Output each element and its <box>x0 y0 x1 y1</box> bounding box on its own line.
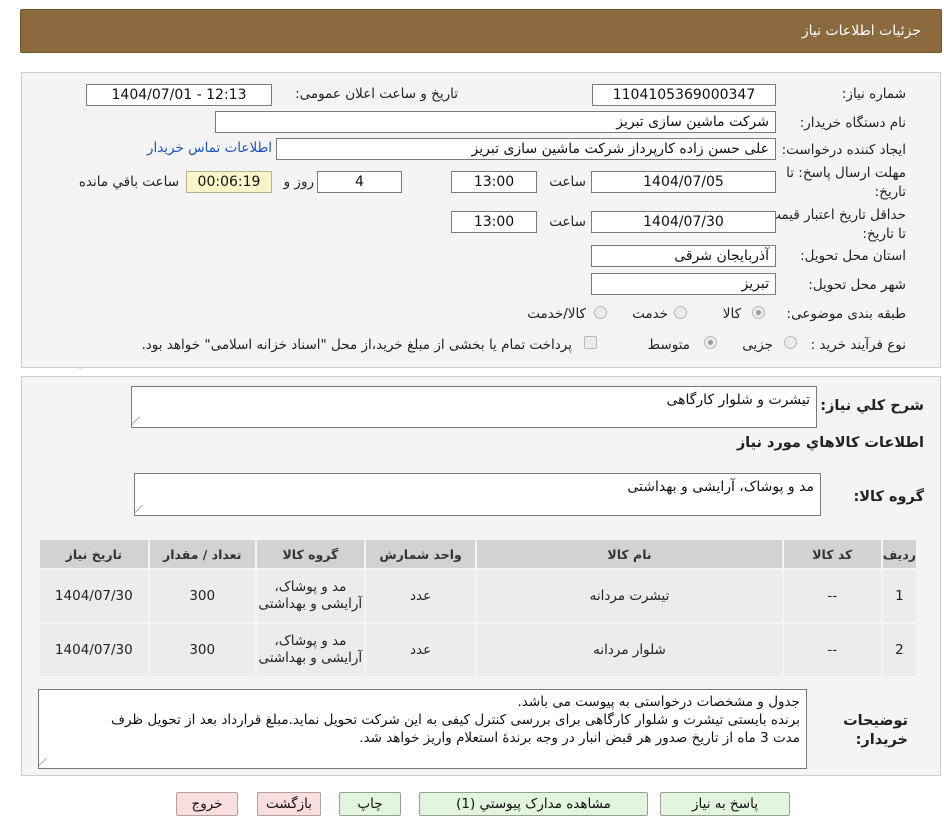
cell-need-date: 1404/07/30 <box>38 622 150 678</box>
back-button[interactable]: بازگشت <box>257 792 321 816</box>
resize-grip-icon[interactable] <box>131 417 147 425</box>
price-validity-time-label: ساعت <box>549 214 586 230</box>
col-header-goods-name: نام کالا <box>475 538 784 570</box>
cell-goods-code: -- <box>781 568 883 624</box>
table-header-row: رديف کد کالا نام کالا واحد شمارش گروه کا… <box>38 538 919 570</box>
province-label: استان محل تحویل: <box>800 248 906 264</box>
resize-grip-icon[interactable] <box>38 758 54 766</box>
cell-quantity: 300 <box>147 622 257 678</box>
reply-date-field[interactable]: 1404/07/05 <box>591 171 776 193</box>
goods-group-text: مد و پوشاک، آرایشی و بهداشتی <box>627 479 814 495</box>
col-header-quantity: تعداد / مقدار <box>147 538 257 570</box>
category-label: طبقه بندی موضوعی: <box>786 306 906 322</box>
province-field[interactable]: آذربایجان شرقی <box>591 245 776 267</box>
print-button[interactable]: چاپ <box>339 792 401 816</box>
cell-quantity: 300 <box>147 568 257 624</box>
process-option-medium: متوسط <box>647 337 690 353</box>
cell-goods-name: شلوار مردانه <box>475 622 784 678</box>
cell-goods-name: تیشرت مردانه <box>475 568 784 624</box>
cell-unit: عدد <box>363 568 478 624</box>
cell-unit: عدد <box>363 622 478 678</box>
treasury-checkbox[interactable] <box>584 336 597 349</box>
reply-time-field[interactable]: 13:00 <box>451 171 537 193</box>
category-radio-goods-service[interactable] <box>594 306 607 319</box>
buyer-notes-line: برنده بایستی تیشرت و شلوار کارگاهی برای … <box>110 712 800 728</box>
exit-button[interactable]: خروج <box>176 792 238 816</box>
col-header-unit: واحد شمارش <box>363 538 478 570</box>
category-radio-goods[interactable] <box>752 306 765 319</box>
price-validity-time-field[interactable]: 13:00 <box>451 211 537 233</box>
col-header-goods-code: کد کالا <box>781 538 883 570</box>
days-field[interactable]: 4 <box>317 171 402 193</box>
need-number-label: شماره نیاز: <box>841 86 906 102</box>
cell-row-number: 2 <box>880 622 919 678</box>
remaining-label: ساعت باقي مانده <box>78 174 179 190</box>
buyer-contact-link[interactable]: اطلاعات تماس خریدار <box>147 140 272 156</box>
reply-deadline-label: مهلت ارسال پاسخ: تا تاریخ: <box>786 165 906 200</box>
process-radio-minor[interactable] <box>784 336 797 349</box>
need-number-field[interactable]: 1104105369000347 <box>592 84 776 106</box>
summary-text: تیشرت و شلوار کارگاهی <box>666 392 810 408</box>
city-label: شهر محل تحویل: <box>808 277 906 293</box>
cell-need-date: 1404/07/30 <box>38 568 150 624</box>
days-label: روز و <box>283 174 314 190</box>
goods-info-title: اطلاعات کالاهاي مورد نياز <box>736 435 924 451</box>
announce-label: تاریخ و ساعت اعلان عمومی: <box>295 86 458 102</box>
category-radio-service[interactable] <box>674 306 687 319</box>
cell-goods-code: -- <box>781 622 883 678</box>
price-validity-date-field[interactable]: 1404/07/30 <box>591 211 776 233</box>
city-field[interactable]: تبریز <box>591 273 776 295</box>
buyer-notes-line: مدت 3 ماه از تاریخ صدور هر قبض انبار در … <box>359 730 800 746</box>
reply-button[interactable]: پاسخ به نياز <box>660 792 790 816</box>
cell-row-number: 1 <box>880 568 919 624</box>
requester-label: ایجاد کننده درخواست: <box>781 142 906 158</box>
col-header-goods-group: گروه کالا <box>254 538 366 570</box>
category-option-goods: کالا <box>722 306 741 322</box>
col-header-row-number: رديف <box>880 538 919 570</box>
goods-group-textarea[interactable]: مد و پوشاک، آرایشی و بهداشتی <box>134 473 821 516</box>
process-radio-medium[interactable] <box>704 336 717 349</box>
goods-group-label: گروه کالا: <box>853 489 924 505</box>
treasury-note: پرداخت تمام یا بخشی از مبلغ خرید،از محل … <box>141 337 572 353</box>
buyer-notes-textarea[interactable]: جدول و مشخصات درخواستی به پیوست می باشد.… <box>38 689 807 769</box>
summary-label: شرح کلي نياز: <box>820 398 924 414</box>
cell-goods-group: مد و پوشاک، آرایشی و بهداشتی <box>254 568 366 624</box>
goods-table: رديف کد کالا نام کالا واحد شمارش گروه کا… <box>38 538 919 678</box>
process-label: نوع فرآیند خرید : <box>810 337 906 353</box>
col-header-need-date: تاریخ نیاز <box>38 538 150 570</box>
reply-time-label: ساعت <box>549 174 586 190</box>
buyer-notes-line: جدول و مشخصات درخواستی به پیوست می باشد. <box>517 694 801 710</box>
resize-grip-icon[interactable] <box>134 505 150 513</box>
page-header: جزئیات اطلاعات نیاز <box>20 9 942 53</box>
buyer-org-field[interactable]: شرکت ماشین سازی تبریز <box>215 111 776 133</box>
process-option-minor: جزیی <box>742 337 773 353</box>
category-option-goods-service: کالا/خدمت <box>527 306 586 322</box>
category-option-service: خدمت <box>632 306 668 322</box>
buyer-org-label: نام دستگاه خریدار: <box>799 115 906 131</box>
requester-field[interactable]: علی حسن زاده کارپرداز شرکت ماشین سازی تب… <box>276 138 776 160</box>
price-validity-label: حداقل تاریخ اعتبار قیمت: تا تاریخ: <box>763 207 906 242</box>
remaining-time-field: 00:06:19 <box>186 171 272 193</box>
buyer-notes-label: توضیحات خریدار: <box>843 713 908 748</box>
table-row: 2 -- شلوار مردانه عدد مد و پوشاک، آرایشی… <box>38 622 919 678</box>
page-title: جزئیات اطلاعات نیاز <box>801 23 921 39</box>
view-attachments-button[interactable]: مشاهده مدارک پيوستي (1) <box>419 792 648 816</box>
table-row: 1 -- تیشرت مردانه عدد مد و پوشاک، آرایشی… <box>38 568 919 624</box>
cell-goods-group: مد و پوشاک، آرایشی و بهداشتی <box>254 622 366 678</box>
summary-textarea[interactable]: تیشرت و شلوار کارگاهی <box>131 386 817 428</box>
announce-datetime-field[interactable]: 1404/07/01 - 12:13 <box>86 84 272 106</box>
